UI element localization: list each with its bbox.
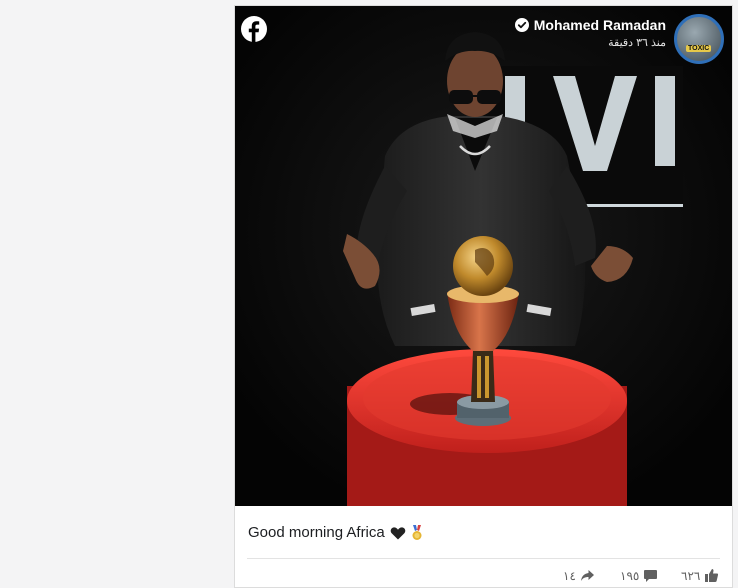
share-icon [580,570,594,581]
medal-icon [412,524,422,540]
post-author: Mohamed Ramadan منذ ٣٦ دقيقة TOXIC [514,14,724,64]
share-button[interactable]: ١٤ [563,568,595,583]
like-button[interactable]: ٦٢٦ [681,568,719,583]
share-count: ١٤ [563,568,576,583]
comment-button[interactable]: ١٩٥ [620,568,658,583]
author-text: Mohamed Ramadan منذ ٣٦ دقيقة [514,14,666,49]
avatar[interactable]: TOXIC [674,14,724,64]
page: Mohamed Ramadan منذ ٣٦ دقيقة TOXIC Good … [0,0,738,588]
black-heart-icon [390,526,406,539]
comment-count: ١٩٥ [620,568,640,583]
post-card: Mohamed Ramadan منذ ٣٦ دقيقة TOXIC Good … [234,5,733,588]
facebook-icon[interactable] [241,16,267,42]
like-count: ٦٢٦ [681,568,701,583]
divider [247,558,720,559]
post-image[interactable]: Mohamed Ramadan منذ ٣٦ دقيقة TOXIC [235,6,732,506]
verified-badge-icon [514,18,529,32]
post-caption: Good morning Africa [248,524,423,541]
avatar-badge: TOXIC [686,45,712,52]
post-timestamp[interactable]: منذ ٣٦ دقيقة [515,36,666,49]
author-name-row: Mohamed Ramadan [514,17,666,33]
thumbs-up-icon [705,569,719,582]
caption-text: Good morning Africa [248,524,385,541]
comment-icon [644,570,658,582]
author-name[interactable]: Mohamed Ramadan [534,17,666,33]
post-photo [235,6,732,506]
post-actions: ١٤ ١٩٥ ٦٢٦ [235,568,732,586]
